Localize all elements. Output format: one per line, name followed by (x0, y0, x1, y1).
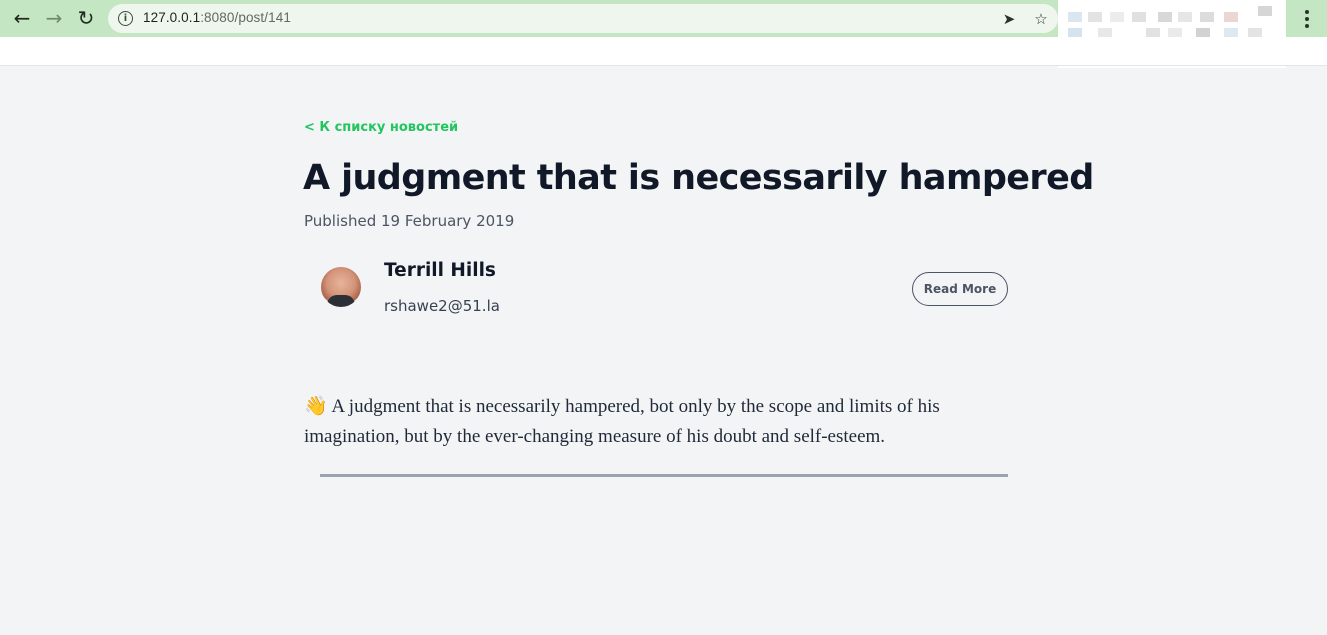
star-icon: ☆ (1034, 10, 1048, 28)
kebab-menu-icon (1305, 10, 1309, 14)
divider (320, 474, 1008, 477)
author-name: Terrill Hills (384, 260, 496, 281)
kebab-dot (1305, 24, 1309, 28)
url-path: :8080/post/141 (200, 10, 291, 25)
post-title: A judgment that is necessarily hampered (303, 158, 1094, 198)
send-icon: ➤ (1002, 10, 1016, 28)
send-button[interactable]: ➤ (998, 8, 1020, 30)
forward-button[interactable]: → (40, 5, 68, 31)
url-host: 127.0.0.1 (143, 10, 201, 25)
reload-button[interactable]: ↻ (72, 5, 100, 31)
kebab-dot (1305, 17, 1309, 21)
info-icon[interactable]: i (118, 11, 133, 26)
reload-icon: ↻ (77, 6, 95, 30)
avatar (321, 267, 361, 307)
post-body-text: A judgment that is necessarily hampered,… (304, 396, 940, 447)
arrow-right-icon: → (45, 6, 63, 30)
read-more-button[interactable]: Read More (912, 272, 1008, 306)
url-text[interactable]: 127.0.0.1:8080/post/141 (143, 10, 291, 25)
address-bar[interactable]: i 127.0.0.1:8080/post/141 ➤ ☆ (108, 4, 1058, 33)
post-body: 👋 A judgment that is necessarily hampere… (304, 392, 1004, 452)
published-date: Published 19 February 2019 (304, 212, 515, 230)
bookmark-button[interactable]: ☆ (1030, 8, 1052, 30)
back-to-news-link[interactable]: < К списку новостей (304, 120, 458, 135)
author-email: rshawe2@51.la (384, 297, 500, 315)
avatar-shirt (327, 295, 355, 307)
browser-menu-button[interactable] (1298, 8, 1316, 30)
arrow-left-icon: ← (13, 6, 31, 30)
site-header (0, 37, 1327, 66)
back-button[interactable]: ← (8, 5, 36, 31)
waving-hand-icon: 👋 (304, 396, 328, 417)
